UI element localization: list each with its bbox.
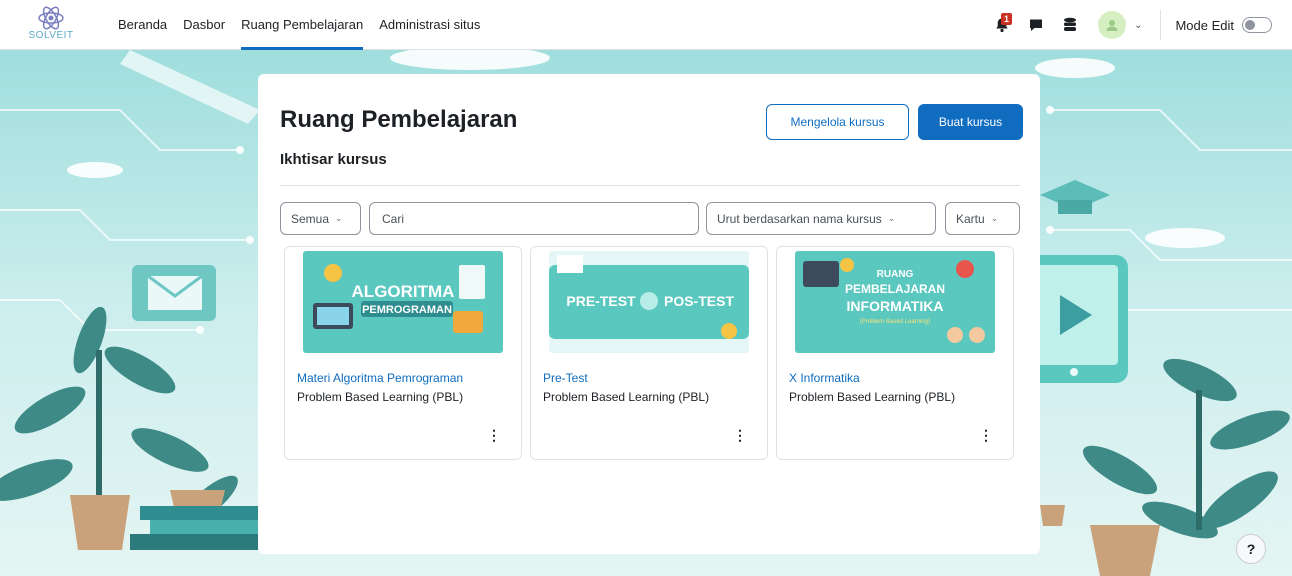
user-navigation: 1 ⌄ Mode Edit (982, 0, 1272, 50)
course-category: Problem Based Learning (PBL) (543, 390, 710, 404)
nav-link-administrasi-situs[interactable]: Administrasi situs (371, 0, 488, 50)
course-image-title: ALGORITMA (352, 282, 455, 301)
course-image-title: PRE-TEST (566, 293, 636, 309)
course-category: Problem Based Learning (PBL) (789, 390, 956, 404)
course-card[interactable]: ALGORITMA PEMROGRAMAN Materi Algoritma P… (284, 246, 522, 460)
search-placeholder: Cari (382, 211, 405, 226)
grouping-value: Semua (291, 211, 330, 226)
nav-link-ruang-pembelajaran[interactable]: Ruang Pembelajaran (233, 0, 371, 50)
course-image[interactable]: ALGORITMA PEMROGRAMAN (303, 251, 503, 353)
chevron-down-icon: ⌄ (990, 213, 999, 223)
storage-button[interactable] (1056, 11, 1084, 39)
course-card[interactable]: PRE-TEST POS-TEST Pre-Test Problem Based… (530, 246, 768, 460)
sort-value: Urut berdasarkan nama kursus (717, 211, 882, 226)
course-image-line-1: RUANG (877, 269, 914, 280)
course-card[interactable]: RUANG PEMBELAJARAN INFORMATIKA (Problem … (776, 246, 1014, 460)
nav-divider (1160, 10, 1162, 40)
view-dropdown[interactable]: Kartu ⌄ (945, 202, 1020, 235)
course-image-line-3: INFORMATIKA (847, 298, 944, 314)
brand-name: SOLVEIT (28, 30, 74, 41)
course-image-line-4: (Problem Based Learning) (860, 319, 930, 325)
help-button[interactable]: ? (1236, 534, 1266, 564)
course-overview-heading: Ikhtisar kursus (280, 151, 387, 168)
kebab-menu-icon[interactable]: ⋮ (487, 427, 501, 444)
chevron-down-icon: ⌄ (887, 213, 896, 223)
chevron-down-icon: ⌄ (335, 213, 343, 223)
atom-icon (38, 6, 64, 30)
primary-navigation: Beranda Dasbor Ruang Pembelajaran Admini… (110, 0, 488, 50)
algorithm-course-image: ALGORITMA PEMROGRAMAN (303, 251, 503, 353)
mode-edit-label: Mode Edit (1175, 17, 1234, 33)
informatics-course-image: RUANG PEMBELAJARAN INFORMATIKA (Problem … (795, 251, 995, 353)
course-image-line-2: PEMBELAJARAN (845, 282, 945, 296)
course-name-link[interactable]: Pre-Test (543, 371, 588, 385)
brand-logo[interactable]: SOLVEIT (18, 4, 84, 46)
pretest-course-image: PRE-TEST POS-TEST (549, 251, 749, 353)
messages-button[interactable] (1022, 11, 1050, 39)
notifications-button[interactable]: 1 (988, 11, 1016, 39)
course-name-link[interactable]: X Informatika (789, 371, 860, 385)
course-image-subtitle: POS-TEST (664, 293, 734, 309)
database-icon (1064, 17, 1077, 31)
grouping-dropdown[interactable]: Semua ⌄ (280, 202, 361, 235)
top-navbar: SOLVEIT Beranda Dasbor Ruang Pembelajara… (0, 0, 1292, 50)
course-image[interactable]: PRE-TEST POS-TEST (549, 251, 749, 353)
kebab-menu-icon[interactable]: ⋮ (979, 427, 993, 444)
chat-icon (1030, 19, 1043, 31)
kebab-menu-icon[interactable]: ⋮ (733, 427, 747, 444)
chevron-down-icon[interactable]: ⌄ (1134, 20, 1142, 31)
course-overview-panel: Ruang Pembelajaran Mengelola kursus Buat… (258, 74, 1040, 554)
course-name-link[interactable]: Materi Algoritma Pemrograman (297, 371, 463, 385)
user-icon (1106, 20, 1118, 31)
user-avatar[interactable] (1098, 11, 1127, 39)
course-image-subtitle: PEMROGRAMAN (362, 304, 452, 316)
sort-dropdown[interactable]: Urut berdasarkan nama kursus ⌄ (706, 202, 936, 235)
course-search-input[interactable]: Cari (369, 202, 699, 235)
nav-link-beranda[interactable]: Beranda (110, 0, 175, 50)
view-value: Kartu (956, 211, 985, 226)
manage-courses-button[interactable]: Mengelola kursus (766, 104, 909, 140)
toggle-knob (1245, 20, 1255, 30)
page-title: Ruang Pembelajaran (280, 106, 518, 133)
mode-edit-toggle[interactable] (1242, 17, 1272, 33)
course-image[interactable]: RUANG PEMBELAJARAN INFORMATIKA (Problem … (795, 251, 995, 353)
notification-count-badge: 1 (1001, 13, 1013, 25)
nav-link-dasbor[interactable]: Dasbor (175, 0, 233, 50)
course-category: Problem Based Learning (PBL) (297, 390, 464, 404)
create-course-button[interactable]: Buat kursus (918, 104, 1023, 140)
divider (280, 185, 1020, 186)
